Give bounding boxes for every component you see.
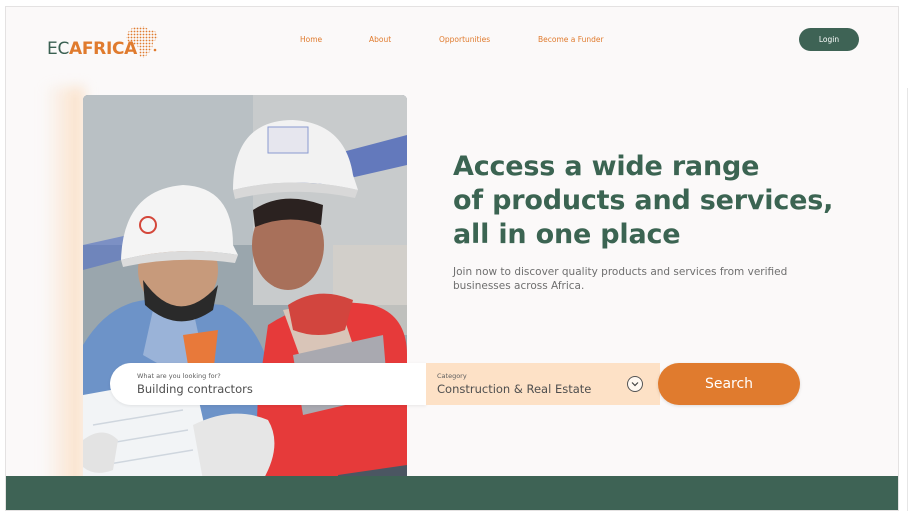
category-value: Construction & Real Estate (437, 382, 592, 396)
photo-glow (44, 87, 84, 510)
search-button[interactable]: Search (658, 363, 800, 405)
category-label: Category (437, 372, 467, 380)
headline-line-2: of products and services, (453, 185, 834, 216)
search-input[interactable]: What are you looking for? Building contr… (110, 363, 426, 405)
page-frame: ECAFRICA Home About Opportunities Become… (5, 6, 899, 511)
nav-opportunities[interactable]: Opportunities (439, 35, 490, 49)
hero-photo (83, 95, 407, 510)
construction-workers-illustration (83, 95, 407, 510)
chevron-down-icon[interactable] (627, 376, 643, 392)
headline-line-1: Access a wide range (453, 151, 760, 182)
category-select[interactable]: Category Construction & Real Estate (426, 363, 660, 405)
page-edge-divider (907, 88, 913, 511)
nav-about[interactable]: About (369, 35, 391, 49)
nav-become-a-funder[interactable]: Become a Funder (538, 35, 604, 49)
search-input-label: What are you looking for? (137, 372, 221, 380)
login-button[interactable]: Login (799, 28, 859, 51)
footer-band (6, 476, 898, 510)
hero-subtext: Join now to discover quality products an… (453, 266, 788, 292)
logo-wordmark: ECAFRICA (47, 39, 138, 59)
hero-headline: Access a wide range of products and serv… (453, 150, 873, 252)
headline-line-3: all in one place (453, 219, 681, 250)
search-input-value[interactable]: Building contractors (137, 382, 253, 396)
ecafrica-logo[interactable]: ECAFRICA (47, 24, 159, 60)
search-bar: What are you looking for? Building contr… (110, 363, 800, 405)
nav-home[interactable]: Home (300, 35, 322, 49)
